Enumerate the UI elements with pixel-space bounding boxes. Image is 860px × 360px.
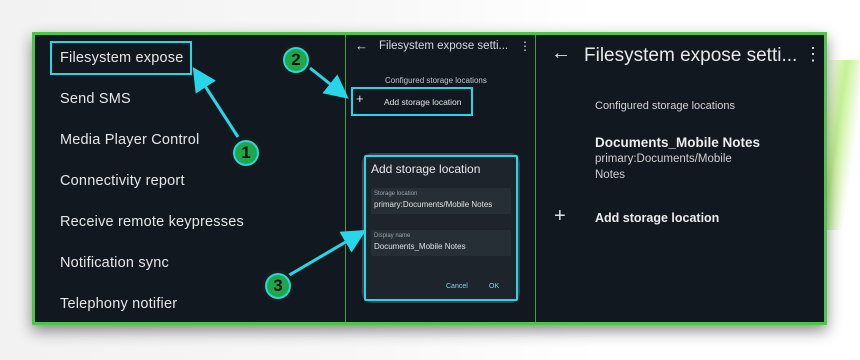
arrow-step-3 [285, 229, 367, 279]
step-badge-2: 2 [280, 44, 312, 76]
arrow-step-1 [192, 66, 240, 138]
step-badge-1: 1 [230, 137, 262, 169]
annotation-arrows [192, 66, 367, 280]
step-badge-3: 3 [262, 270, 294, 302]
arrow-step-2 [309, 66, 349, 99]
